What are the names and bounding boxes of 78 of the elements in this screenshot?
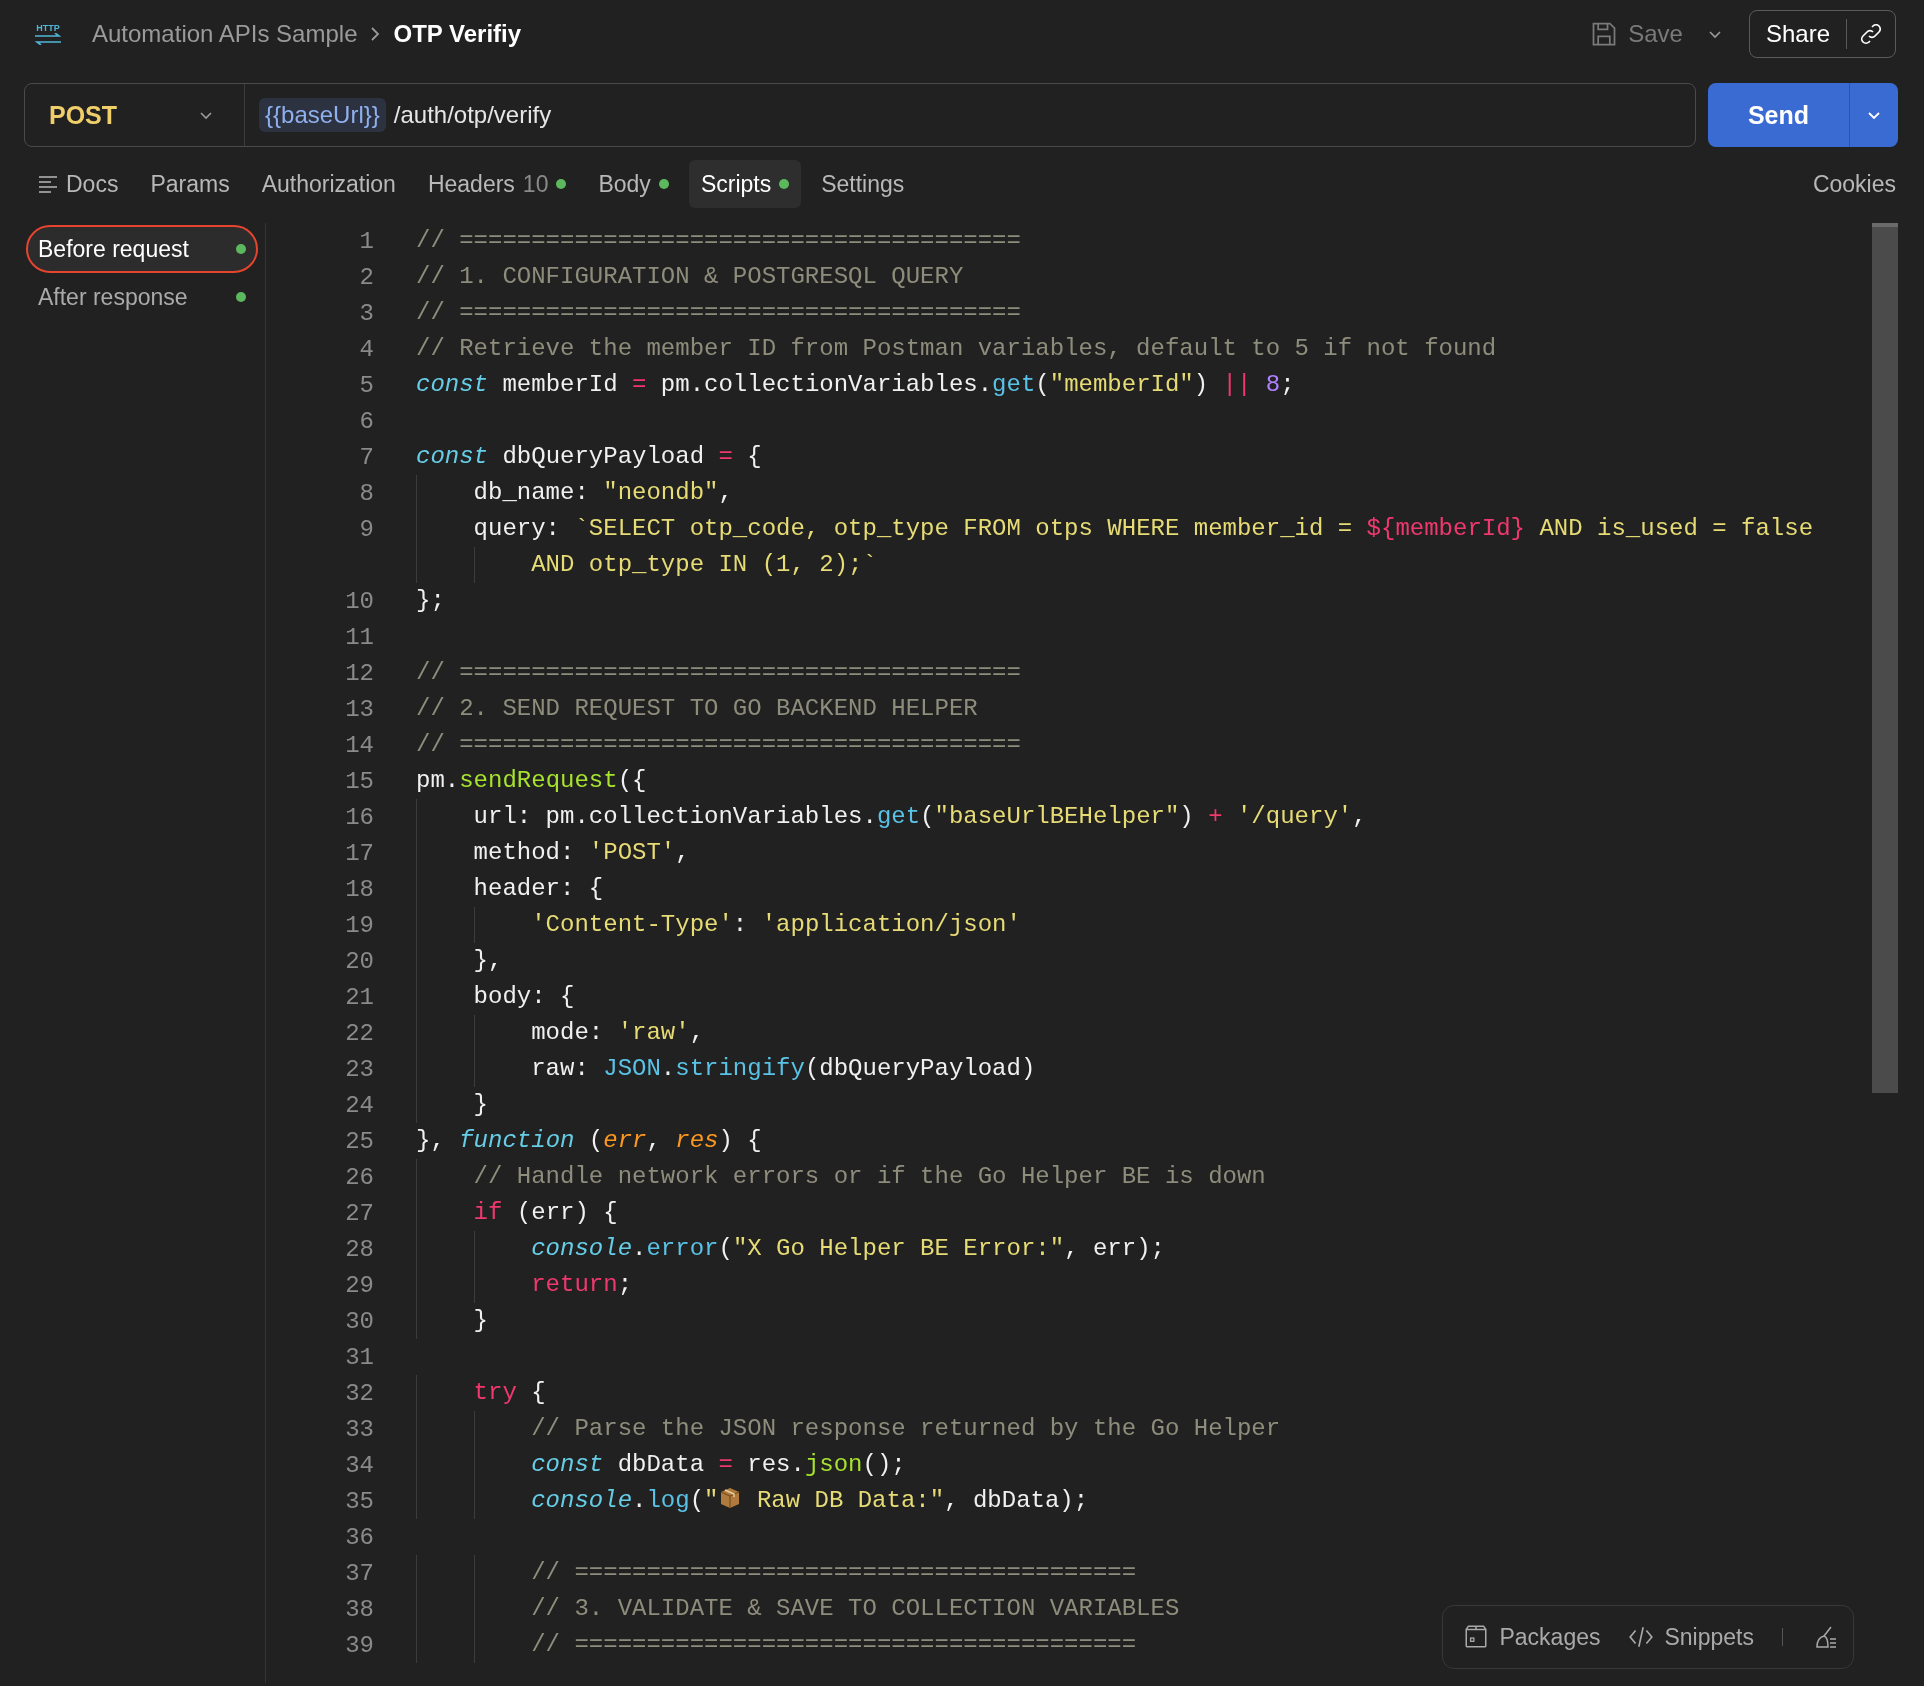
line-number: 35 [344, 1487, 375, 1515]
line-number: 10 [344, 587, 375, 615]
line-number: 32 [344, 1379, 375, 1407]
line-number: 17 [344, 839, 375, 867]
header-count: 10 [522, 170, 549, 198]
line-number: 4 [358, 335, 375, 363]
line-number: 16 [344, 803, 375, 831]
breadcrumb-item[interactable]: OTP Verifiy [393, 20, 522, 48]
code-line: // ======================================= [416, 226, 1021, 256]
toolbar-button[interactable]: Snippets [1628, 1623, 1754, 1651]
line-number: 5 [358, 371, 375, 399]
line-number: 31 [344, 1343, 375, 1371]
line-number: 1 [358, 227, 375, 255]
line-number: 33 [344, 1415, 375, 1443]
line-number: 18 [344, 875, 375, 903]
code-line: // ======================================= [416, 730, 1021, 760]
code-line: }, function (err, res) { [416, 1126, 762, 1156]
scrollbar[interactable] [1872, 223, 1898, 1093]
variable-chip: {{baseUrl}} [259, 98, 386, 132]
script-tab[interactable]: After response [26, 273, 258, 321]
tab[interactable]: Authorization [249, 160, 408, 208]
code-line: // ======================================= [416, 658, 1021, 688]
line-number: 22 [344, 1019, 375, 1047]
box-icon [1463, 1624, 1490, 1650]
tab[interactable]: Scripts [688, 160, 802, 208]
share-button[interactable]: Share [1748, 10, 1896, 58]
line-number: 25 [344, 1127, 375, 1155]
code-line: const dbQueryPayload = { [416, 442, 762, 472]
breadcrumb-item[interactable]: Automation APIs Sample [92, 20, 358, 48]
method-dropdown[interactable]: POST [25, 84, 245, 146]
line-number: 34 [344, 1451, 375, 1479]
line-number: 15 [344, 767, 375, 795]
line-number: 29 [344, 1271, 375, 1299]
code-line: const memberId = pm.collectionVariables.get("memberId") || 8; [416, 370, 1295, 400]
line-number: 27 [344, 1199, 375, 1227]
line-number: 11 [344, 623, 375, 651]
line-number: 20 [344, 947, 375, 975]
url-path: /auth/otp/verify [393, 101, 552, 129]
script-tab[interactable]: Before request [26, 225, 258, 273]
line-number: 9 [358, 515, 375, 543]
line-number: 24 [344, 1091, 375, 1119]
line-number: 19 [344, 911, 375, 939]
send-button[interactable]: Send [1708, 83, 1898, 147]
code-line: // Retrieve the member ID from Postman variables, default to 5 if not found [416, 334, 1497, 364]
line-number: 26 [344, 1163, 375, 1191]
code-line: }; [416, 586, 445, 616]
line-number: 8 [358, 479, 375, 507]
code-line: pm.sendRequest({ [416, 766, 647, 796]
line-number: 21 [344, 983, 375, 1011]
line-number: 2 [358, 263, 375, 291]
list-icon [38, 174, 58, 194]
line-number: 39 [344, 1631, 375, 1659]
code-icon [1628, 1624, 1655, 1650]
line-number: 36 [344, 1523, 375, 1551]
line-number: 14 [344, 731, 375, 759]
url-field[interactable]: POST {{baseUrl}} /auth/otp/verify [24, 83, 1696, 147]
line-number: 30 [344, 1307, 375, 1335]
line-number: 37 [344, 1559, 375, 1587]
chevron-right-icon [369, 26, 382, 42]
tab[interactable]: Headers 10 [415, 160, 579, 208]
code-line: // 1. CONFIGURATION & POSTGRESQL QUERY [416, 262, 964, 292]
tab[interactable]: Params [138, 160, 242, 208]
line-number: 12 [344, 659, 375, 687]
cookies-link[interactable]: Cookies [1812, 170, 1896, 198]
toolbar-button[interactable]: Packages [1463, 1623, 1601, 1651]
tab[interactable]: Docs [26, 160, 131, 208]
line-number: 28 [344, 1235, 375, 1263]
tab[interactable]: Body [586, 160, 681, 208]
line-number: 7 [358, 443, 375, 471]
code-line: // 2. SEND REQUEST TO GO BACKEND HELPER [416, 694, 978, 724]
line-number: 23 [344, 1055, 375, 1083]
line-number: 13 [344, 695, 375, 723]
tab[interactable]: Settings [809, 160, 917, 208]
link-icon [1859, 22, 1883, 46]
line-number: 38 [344, 1595, 375, 1623]
line-number: 6 [358, 407, 375, 435]
code-line: // ======================================= [416, 298, 1021, 328]
line-number: 3 [358, 299, 375, 327]
